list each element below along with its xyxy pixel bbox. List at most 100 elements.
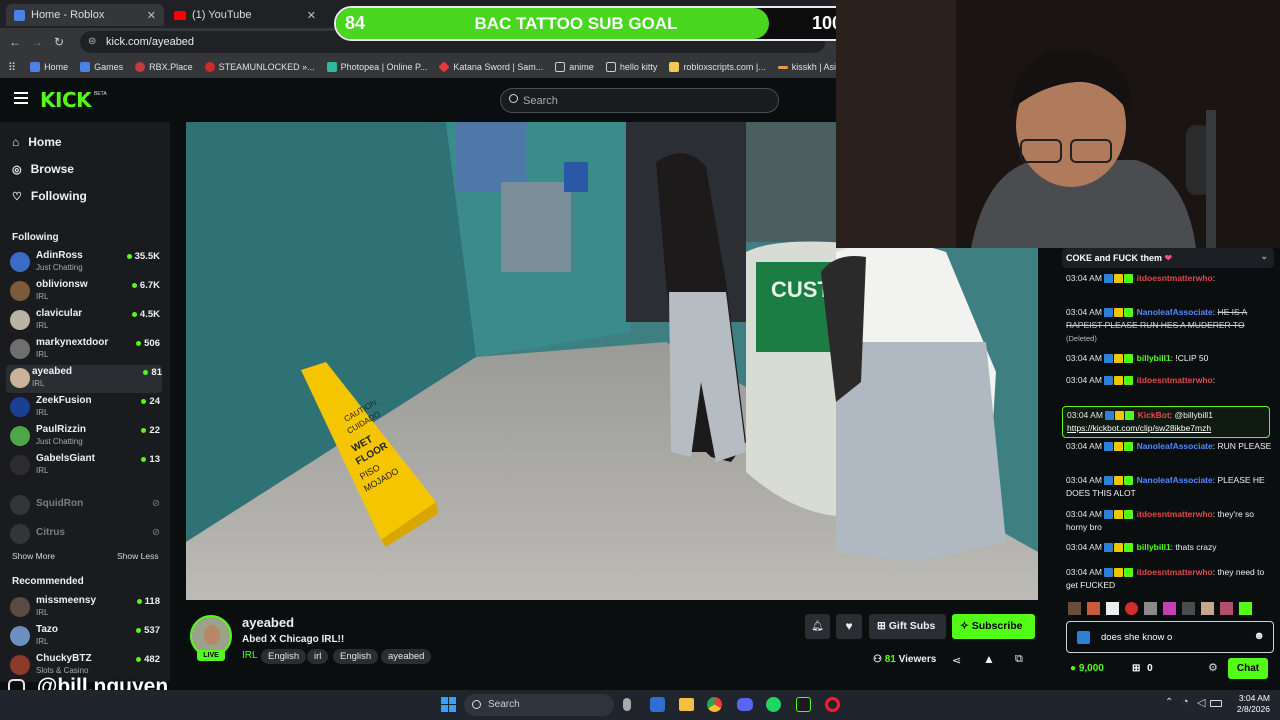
chat-username[interactable]: itdoesntmatterwho bbox=[1137, 509, 1213, 519]
search-input[interactable]: Search bbox=[500, 88, 779, 113]
chat-username[interactable]: billybill1 bbox=[1137, 353, 1171, 363]
taskbar-clock[interactable]: 3:04 AM 2/8/2026 bbox=[1222, 693, 1270, 715]
emote-icon[interactable] bbox=[1182, 602, 1195, 615]
show-less-button[interactable]: Show Less bbox=[117, 551, 159, 561]
show-more-button[interactable]: Show More bbox=[12, 551, 55, 561]
channel-name[interactable]: ayeabed bbox=[242, 615, 294, 630]
bookmark-item[interactable]: Games bbox=[80, 62, 123, 72]
sidebar-channel[interactable]: AdinRoss Just Chatting 35.5K bbox=[10, 249, 160, 277]
emote-icon[interactable] bbox=[1239, 602, 1252, 615]
wifi-icon[interactable]: ◔ bbox=[1182, 696, 1189, 708]
emote-icon[interactable] bbox=[1163, 602, 1176, 615]
sidebar-channel[interactable]: GabelsGiant IRL 13 bbox=[10, 452, 160, 480]
gift-subs-button[interactable]: ⊞ Gift Subs bbox=[869, 614, 946, 639]
windows-start-icon[interactable] bbox=[441, 697, 456, 712]
badge-icon bbox=[1114, 354, 1124, 364]
notifications-button[interactable]: 🔔︎ bbox=[805, 614, 830, 639]
channel-points[interactable]: ● 9,000 bbox=[1070, 662, 1104, 675]
message-link[interactable]: https://kickbot.com/clip/sw28ikbe7mzh bbox=[1067, 423, 1211, 433]
sidebar-channel[interactable]: oblivionsw IRL 6.7K bbox=[10, 278, 160, 306]
sidebar-item-home[interactable]: ⌂ Home bbox=[12, 135, 62, 149]
subscribe-button[interactable]: ✧ Subscribe bbox=[952, 614, 1035, 639]
emote-icon[interactable] bbox=[1087, 602, 1100, 615]
offline-channel[interactable]: Citrus ⊘ bbox=[10, 521, 160, 549]
sidebar-channel[interactable]: PaulRizzin Just Chatting 22 bbox=[10, 423, 160, 451]
close-tab-icon[interactable]: ✕ bbox=[307, 9, 316, 22]
chat-send-button[interactable]: Chat bbox=[1228, 658, 1268, 679]
emoji-picker-icon[interactable]: ☻ bbox=[1253, 630, 1265, 643]
widgets-icon[interactable] bbox=[650, 697, 665, 712]
chrome-icon[interactable] bbox=[707, 697, 722, 712]
battery-icon[interactable] bbox=[1210, 700, 1222, 707]
site-info-icon[interactable]: ⊜ bbox=[88, 36, 96, 47]
stream-tag[interactable]: irl bbox=[307, 649, 329, 664]
sidebar-item-browse[interactable]: ◎ Browse bbox=[12, 162, 74, 176]
badge-icon bbox=[1114, 442, 1124, 452]
sidebar-channel[interactable]: ZeekFusion IRL 24 bbox=[10, 394, 160, 422]
chat-username[interactable]: NanoleafAssociate bbox=[1137, 475, 1213, 485]
gift-box-icon: ⊞ bbox=[1132, 663, 1141, 674]
file-explorer-icon[interactable] bbox=[679, 698, 694, 711]
emote-icon[interactable] bbox=[1201, 602, 1214, 615]
kick-logo[interactable]: KICK bbox=[40, 88, 92, 112]
emote-icon[interactable] bbox=[1220, 602, 1233, 615]
bookmark-item[interactable]: RBX.Place bbox=[135, 62, 193, 72]
bookmark-item[interactable]: robloxscripts.com |... bbox=[669, 62, 766, 72]
back-icon[interactable]: ← bbox=[4, 35, 26, 49]
bookmark-folder[interactable]: anime bbox=[555, 62, 594, 72]
bookmark-item[interactable]: STEAMUNLOCKED »... bbox=[204, 62, 315, 72]
discord-icon[interactable] bbox=[737, 698, 753, 711]
sidebar-channel[interactable]: ayeabed IRL 81 bbox=[6, 365, 162, 393]
tab-youtube[interactable]: (1) YouTube ✕ bbox=[166, 4, 324, 26]
spotify-icon[interactable] bbox=[766, 697, 781, 712]
emote-icon[interactable] bbox=[1068, 602, 1081, 615]
forward-icon[interactable]: → bbox=[26, 35, 48, 49]
chat-username[interactable]: billybill1 bbox=[1137, 542, 1171, 552]
sidebar-item-following[interactable]: ♡ Following bbox=[12, 189, 87, 203]
chat-username[interactable]: NanoleafAssociate bbox=[1137, 441, 1213, 451]
sidebar-channel[interactable]: clavicular IRL 4.5K bbox=[10, 307, 160, 335]
sidebar-channel[interactable]: markynextdoor IRL 506 bbox=[10, 336, 160, 364]
taskbar-search[interactable]: Search bbox=[464, 694, 614, 716]
bookmark-folder[interactable]: hello kitty bbox=[605, 62, 657, 72]
live-dot-icon bbox=[141, 398, 147, 404]
task-view-icon[interactable] bbox=[623, 698, 631, 711]
chat-settings-icon[interactable]: ⚙ bbox=[1208, 662, 1218, 675]
clip-icon[interactable]: ⧉ bbox=[1015, 653, 1023, 666]
bookmark-item[interactable]: Home bbox=[30, 62, 68, 72]
sidebar-channel[interactable]: Tazo IRL 537 bbox=[10, 623, 160, 651]
menu-icon[interactable] bbox=[14, 92, 28, 104]
offline-channel[interactable]: SquidRon ⊘ bbox=[10, 492, 160, 520]
bookmark-item[interactable]: Katana Sword | Sam... bbox=[438, 61, 543, 73]
stream-tag[interactable]: English bbox=[261, 649, 307, 664]
chat-username[interactable]: KickBot bbox=[1138, 410, 1170, 420]
follow-button[interactable]: ♥ bbox=[836, 614, 862, 639]
sidebar-channel[interactable]: missmeensy IRL 118 bbox=[10, 594, 160, 622]
chat-username[interactable]: NanoleafAssociate bbox=[1137, 307, 1213, 317]
emote-icon[interactable] bbox=[1106, 602, 1119, 615]
report-icon[interactable]: ▲ bbox=[983, 652, 995, 666]
chat-username[interactable]: itdoesntmatterwho bbox=[1137, 567, 1213, 577]
avatar bbox=[10, 455, 30, 475]
opera-icon[interactable] bbox=[825, 697, 840, 712]
stream-tag[interactable]: English bbox=[333, 649, 379, 664]
chevron-down-icon[interactable]: ⌄ bbox=[1260, 250, 1268, 263]
tab-roblox[interactable]: Home - Roblox ✕ bbox=[6, 4, 164, 26]
close-tab-icon[interactable]: ✕ bbox=[147, 9, 156, 22]
tray-chevron-icon[interactable]: ⌃ bbox=[1165, 697, 1173, 708]
chat-input[interactable]: does she know o ☻ bbox=[1066, 621, 1274, 653]
emote-icon[interactable] bbox=[1125, 602, 1138, 615]
chat-username[interactable]: itdoesntmatterwho bbox=[1137, 375, 1213, 385]
apps-grid-icon[interactable]: ⠿ bbox=[8, 61, 16, 74]
share-icon[interactable]: ⋖ bbox=[952, 654, 961, 667]
bookmark-item[interactable]: Photopea | Online P... bbox=[326, 62, 427, 72]
pinned-message[interactable]: COKE and FUCK them ❤ ⌄ bbox=[1062, 248, 1274, 268]
reload-icon[interactable]: ↻ bbox=[48, 35, 70, 49]
chat-username[interactable]: itdoesntmatterwho bbox=[1137, 273, 1213, 283]
app-icon[interactable] bbox=[796, 697, 811, 712]
stream-category[interactable]: IRL bbox=[242, 650, 258, 661]
emote-icon[interactable] bbox=[1144, 602, 1157, 615]
volume-icon[interactable]: ◁ bbox=[1197, 696, 1205, 709]
stream-tag[interactable]: ayeabed bbox=[381, 649, 432, 664]
kicks-balance[interactable]: ⊞ 0 bbox=[1132, 662, 1153, 675]
